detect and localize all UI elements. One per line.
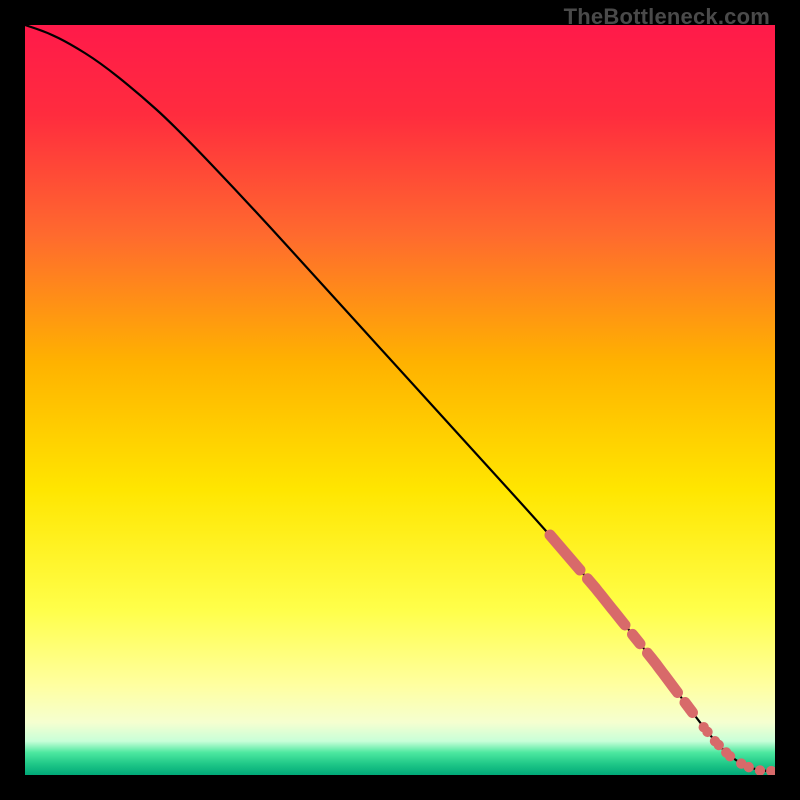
highlight-dot	[714, 740, 724, 750]
highlight-dot	[725, 751, 735, 761]
chart-background	[25, 25, 775, 775]
highlight-dot	[744, 762, 754, 772]
highlight-segment	[633, 634, 641, 643]
watermark-text: TheBottleneck.com	[564, 4, 770, 30]
highlight-segment	[685, 703, 693, 713]
bottleneck-chart	[25, 25, 775, 775]
highlight-dot	[702, 727, 712, 737]
